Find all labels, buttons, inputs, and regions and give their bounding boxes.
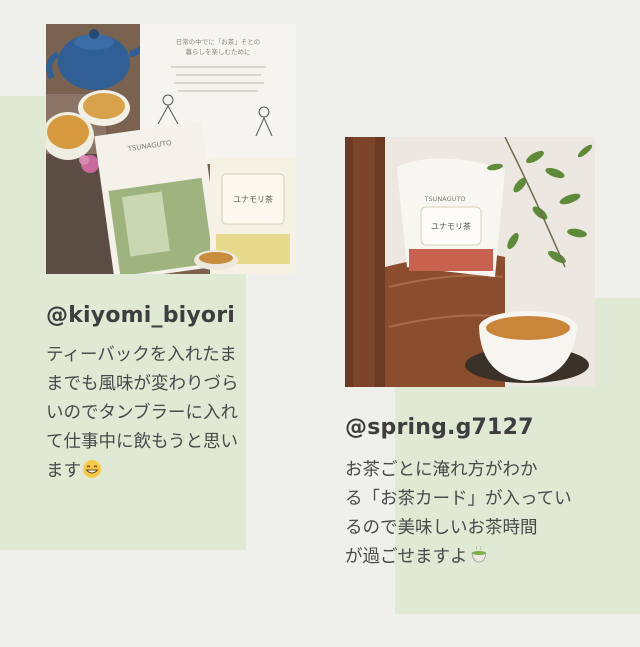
comment-line-last: が過ごせますよ [345,543,603,572]
comment-line: までも風味が変わりづら [46,374,239,394]
comment-line: いのでタンブラーに入れ [46,403,238,423]
post-comment: ティーバックを入れたま までも風味が変わりづら いのでタンブラーに入れ て仕事中… [46,341,260,486]
post-handle[interactable]: @kiyomi_biyori [46,303,235,328]
pouch-label: ユナモリ茶 [233,194,273,204]
card-text-line-2: 暮らしを楽しむために [186,47,251,56]
comment-line: て仕事中に飲もうと思い [46,432,238,452]
post-photo-spring[interactable]: TSUNAGUTO ユナモリ茶 [345,137,595,387]
comment-line-last: ます [46,457,260,486]
tea-box-photo: TSUNAGUTO ユナモリ茶 [345,137,595,387]
post-photo-kiyomi[interactable]: 日常の中でに「お茶」そとの 暮らしを楽しむために TSUNAGUTO ユナモリ茶 [46,24,296,274]
pouch-brand-label: TSUNAGUTO [424,195,466,203]
teacup-icon [471,545,486,563]
grinning-face-icon [83,460,101,478]
comment-line: るので美味しいお茶時間 [345,518,538,538]
pouch-label-2: ユナモリ茶 [431,221,471,231]
comment-line: る「お茶カード」が入ってい [345,489,572,509]
comment-line-text: が過ごせますよ [345,547,468,567]
tea-set-photo: 日常の中でに「お茶」そとの 暮らしを楽しむために TSUNAGUTO ユナモリ茶 [46,24,296,274]
post-handle[interactable]: @spring.g7127 [345,415,534,440]
card-text-line-1: 日常の中でに「お茶」そとの [176,37,260,46]
comment-line-text: ます [46,461,81,481]
comment-line: お茶ごとに淹れ方がわか [345,460,538,480]
comment-line: ティーバックを入れたま [46,345,237,365]
post-comment: お茶ごとに淹れ方がわか る「お茶カード」が入ってい るので美味しいお茶時間 が過… [345,456,603,572]
